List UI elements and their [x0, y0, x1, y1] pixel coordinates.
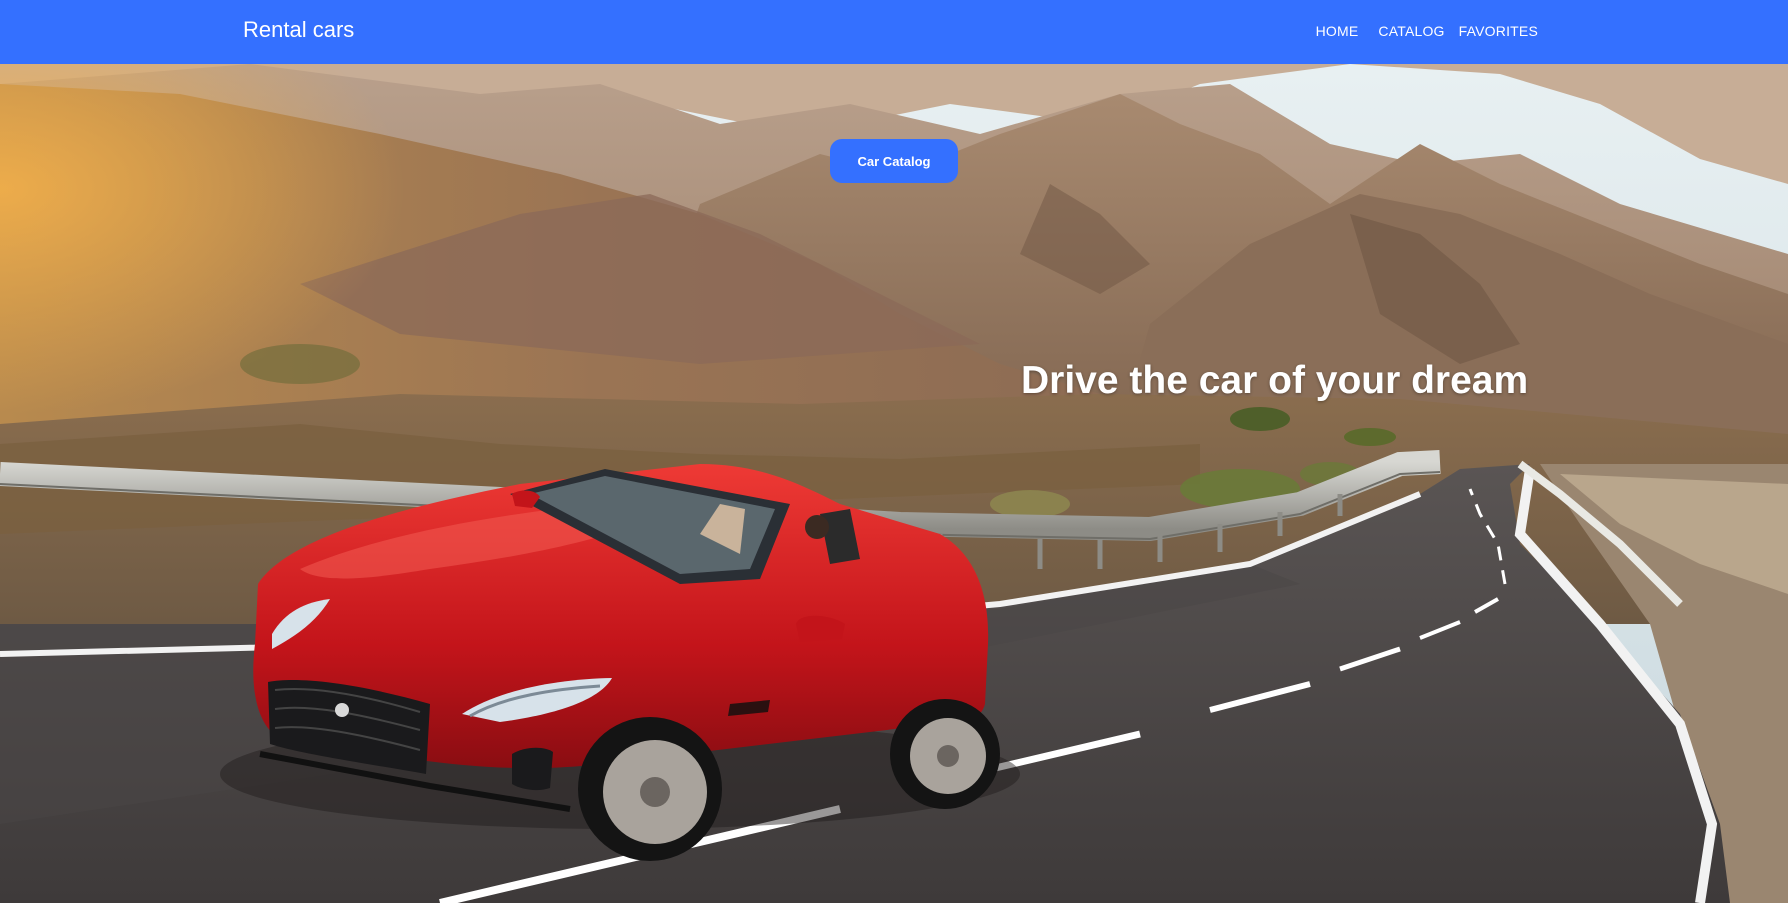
page: Rental cars HOME CATALOG FAVORITES Car C… [0, 0, 1788, 903]
hero-section: Car Catalog Drive the car of your dream [0, 64, 1788, 903]
hero-headline: Drive the car of your dream [1021, 359, 1529, 402]
nav-home[interactable]: HOME [1316, 23, 1359, 39]
main-nav: HOME CATALOG FAVORITES [1316, 23, 1538, 39]
car-catalog-button[interactable]: Car Catalog [830, 139, 958, 183]
nav-catalog[interactable]: CATALOG [1378, 23, 1444, 39]
hero-background-image [0, 64, 1788, 903]
brand-logo[interactable]: Rental cars [243, 17, 354, 43]
site-header: Rental cars HOME CATALOG FAVORITES [0, 0, 1788, 64]
nav-favorites[interactable]: FAVORITES [1459, 23, 1538, 39]
